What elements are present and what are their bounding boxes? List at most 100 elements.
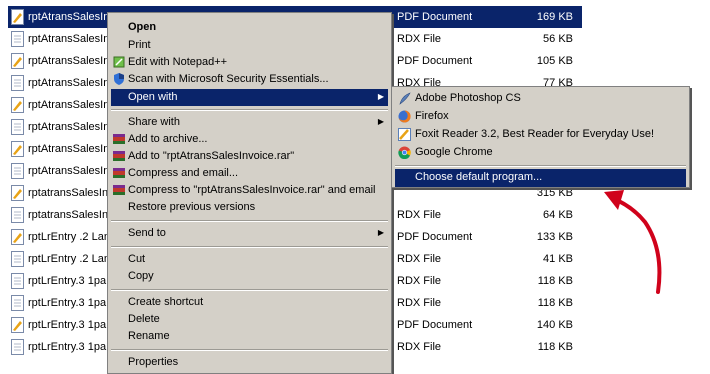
file-name: rptAtransSalesIn — [28, 55, 110, 67]
submenu-arrow-icon: ▶ — [377, 228, 384, 237]
menu-item-create-shortcut[interactable]: Create shortcut — [111, 294, 388, 311]
file-name: rptLrEntry .2 Lan — [28, 253, 110, 265]
open-with-submenu: Adobe Photoshop CS Firefox Foxit Reader … — [391, 86, 690, 188]
file-size: 133 KB — [536, 231, 573, 243]
submenu-label: Foxit Reader 3.2, Best Reader for Everyd… — [415, 128, 655, 140]
menu-label: Print — [128, 39, 151, 51]
file-icon — [11, 251, 24, 267]
menu-item-open-with[interactable]: Open with ▶ — [111, 89, 388, 106]
file-size: 105 KB — [536, 55, 573, 67]
file-type: RDX File — [397, 253, 442, 265]
file-size: 41 KB — [543, 253, 573, 265]
pdf-icon — [11, 185, 24, 201]
file-name: rptLrEntry.3 1pa — [28, 341, 107, 353]
winrar-icon — [113, 133, 125, 145]
menu-item-send-to[interactable]: Send to ▶ — [111, 225, 388, 242]
submenu-label: Adobe Photoshop CS — [415, 92, 521, 104]
menu-label: Open with — [128, 91, 178, 103]
file-type: RDX File — [397, 33, 442, 45]
submenu-label: Firefox — [415, 110, 449, 122]
file-icon — [11, 295, 24, 311]
file-type: PDF Document — [397, 319, 473, 331]
file-type: PDF Document — [397, 55, 473, 67]
submenu-separator — [395, 165, 686, 167]
file-type: RDX File — [397, 297, 442, 309]
menu-item-copy[interactable]: Copy — [111, 268, 388, 285]
menu-label: Edit with Notepad++ — [128, 56, 228, 68]
menu-item-properties[interactable]: Properties — [111, 354, 388, 371]
notepad-icon — [113, 56, 125, 68]
menu-label: Cut — [128, 253, 146, 265]
file-type: RDX File — [397, 341, 442, 353]
menu-item-add-archive[interactable]: Add to archive... — [111, 131, 388, 148]
menu-item-cut[interactable]: Cut — [111, 251, 388, 268]
menu-item-add-rar[interactable]: Add to "rptAtransSalesInvoice.rar" — [111, 148, 388, 165]
file-size: 118 KB — [537, 297, 573, 309]
file-icon — [11, 339, 24, 355]
submenu-item-firefox[interactable]: Firefox — [395, 108, 686, 126]
menu-separator — [111, 109, 388, 111]
file-size: 64 KB — [543, 209, 573, 221]
file-name: rptAtransSalesIn — [28, 77, 110, 89]
chrome-icon — [398, 146, 411, 160]
foxit-reader-icon — [398, 128, 411, 141]
submenu-arrow-icon: ▶ — [377, 92, 384, 101]
pdf-icon — [11, 317, 24, 333]
menu-separator — [111, 220, 388, 222]
file-size: 118 KB — [537, 341, 573, 353]
menu-item-rename[interactable]: Rename — [111, 328, 388, 345]
file-name: rptLrEntry.3 1pa — [28, 275, 107, 287]
pdf-icon — [11, 9, 24, 25]
pdf-icon — [11, 141, 24, 157]
menu-item-delete[interactable]: Delete — [111, 311, 388, 328]
security-shield-icon — [113, 73, 125, 85]
file-type: PDF Document — [397, 231, 473, 243]
file-name: rptatransSalesInv — [28, 209, 114, 221]
submenu-arrow-icon: ▶ — [377, 117, 384, 126]
menu-label: Compress to "rptAtransSalesInvoice.rar" … — [128, 184, 376, 196]
file-icon — [11, 163, 24, 179]
file-name: rptAtransSalesIn — [28, 121, 110, 133]
menu-item-scan[interactable]: Scan with Microsoft Security Essentials.… — [111, 71, 388, 88]
menu-item-edit-notepad[interactable]: Edit with Notepad++ — [111, 54, 388, 71]
menu-label: Delete — [128, 313, 160, 325]
menu-item-share-with[interactable]: Share with ▶ — [111, 114, 388, 131]
menu-item-restore[interactable]: Restore previous versions — [111, 199, 388, 216]
file-name: rptAtransSalesIn — [28, 165, 110, 177]
submenu-label: Choose default program... — [415, 171, 543, 183]
file-icon — [11, 75, 24, 91]
pdf-icon — [11, 53, 24, 69]
file-name: rptLrEntry.3 1pa — [28, 319, 107, 331]
pdf-icon — [11, 229, 24, 245]
file-name: rptAtransSalesIn — [28, 99, 110, 111]
winrar-icon — [113, 150, 125, 162]
file-size: 140 KB — [536, 319, 573, 331]
menu-label: Copy — [128, 270, 154, 282]
submenu-item-foxit[interactable]: Foxit Reader 3.2, Best Reader for Everyd… — [395, 126, 686, 144]
file-size: 315 KB — [536, 187, 573, 199]
file-icon — [11, 119, 24, 135]
menu-label: Restore previous versions — [128, 201, 256, 213]
menu-label: Share with — [128, 116, 180, 128]
menu-label: Send to — [128, 227, 166, 239]
submenu-item-chrome[interactable]: Google Chrome — [395, 144, 686, 162]
file-icon — [11, 31, 24, 47]
menu-item-print[interactable]: Print — [111, 37, 388, 54]
menu-label: Add to archive... — [128, 133, 208, 145]
file-type: RDX File — [397, 275, 442, 287]
menu-label: Create shortcut — [128, 296, 204, 308]
file-size: 56 KB — [543, 33, 573, 45]
menu-item-compress-email[interactable]: Compress and email... — [111, 165, 388, 182]
menu-label: Properties — [128, 356, 179, 368]
submenu-label: Google Chrome — [415, 146, 493, 158]
firefox-icon — [398, 110, 411, 123]
menu-separator — [111, 246, 388, 248]
menu-label: Rename — [128, 330, 170, 342]
file-name: rptAtransSalesIn — [28, 143, 110, 155]
menu-label: Add to "rptAtransSalesInvoice.rar" — [128, 150, 295, 162]
menu-item-open[interactable]: Open — [111, 19, 388, 36]
menu-separator — [111, 289, 388, 291]
submenu-item-photoshop[interactable]: Adobe Photoshop CS — [395, 90, 686, 108]
pdf-icon — [11, 97, 24, 113]
menu-item-compress-rar-email[interactable]: Compress to "rptAtransSalesInvoice.rar" … — [111, 182, 388, 199]
